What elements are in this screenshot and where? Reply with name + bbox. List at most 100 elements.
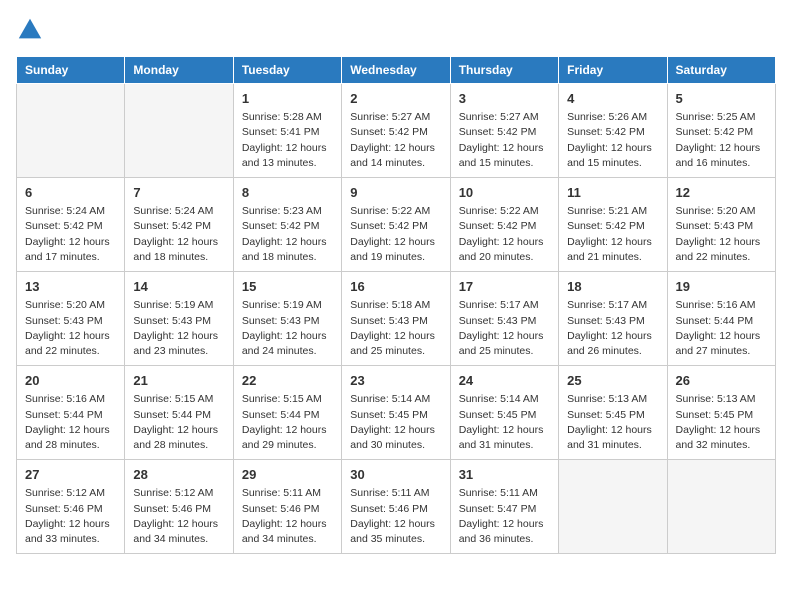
calendar-week-3: 13 Sunrise: 5:20 AMSunset: 5:43 PMDayligh… [17,272,776,366]
cell-content: Sunrise: 5:11 AMSunset: 5:47 PMDaylight:… [459,486,550,547]
calendar-cell [667,460,775,554]
cell-content: Sunrise: 5:17 AMSunset: 5:43 PMDaylight:… [459,298,550,359]
calendar-cell: 12Sunrise: 5:20 AMSunset: 5:43 PMDayligh… [667,178,775,272]
day-number: 16 [350,278,441,296]
calendar-cell: 4 Sunrise: 5:26 AMSunset: 5:42 PMDaylight… [559,84,667,178]
calendar-cell: 29 Sunrise: 5:11 AMSunset: 5:46 PMDayligh… [233,460,341,554]
calendar-cell: 6 Sunrise: 5:24 AMSunset: 5:42 PMDaylight… [17,178,125,272]
cell-content: Sunrise: 5:11 AMSunset: 5:46 PMDaylight:… [242,486,333,547]
day-number: 22 [242,372,333,390]
calendar-cell: 22Sunrise: 5:15 AMSunset: 5:44 PMDayligh… [233,366,341,460]
calendar-cell: 9 Sunrise: 5:22 AMSunset: 5:42 PMDaylight… [342,178,450,272]
cell-content: Sunrise: 5:25 AMSunset: 5:42 PMDaylight:… [676,110,767,171]
cell-content: Sunrise: 5:24 AMSunset: 5:42 PMDaylight:… [25,204,116,265]
calendar-cell: 11 Sunrise: 5:21 AMSunset: 5:42 PMDayligh… [559,178,667,272]
day-number: 20 [25,372,116,390]
cell-content: Sunrise: 5:19 AMSunset: 5:43 PMDaylight:… [242,298,333,359]
calendar-week-5: 27 Sunrise: 5:12 AMSunset: 5:46 PMDayligh… [17,460,776,554]
calendar-cell: 17 Sunrise: 5:17 AMSunset: 5:43 PMDayligh… [450,272,558,366]
calendar-cell: 3 Sunrise: 5:27 AMSunset: 5:42 PMDaylight… [450,84,558,178]
day-number: 6 [25,184,116,202]
calendar-cell: 2 Sunrise: 5:27 AMSunset: 5:42 PMDaylight… [342,84,450,178]
cell-content: Sunrise: 5:28 AMSunset: 5:41 PMDaylight:… [242,110,333,171]
calendar-cell: 30 Sunrise: 5:11 AMSunset: 5:46 PMDayligh… [342,460,450,554]
calendar-week-1: 1 Sunrise: 5:28 AMSunset: 5:41 PMDaylight… [17,84,776,178]
day-number: 29 [242,466,333,484]
calendar-cell: 31 Sunrise: 5:11 AMSunset: 5:47 PMDayligh… [450,460,558,554]
cell-content: Sunrise: 5:23 AMSunset: 5:42 PMDaylight:… [242,204,333,265]
day-number: 24 [459,372,550,390]
cell-content: Sunrise: 5:14 AMSunset: 5:45 PMDaylight:… [459,392,550,453]
calendar-cell: 21 Sunrise: 5:15 AMSunset: 5:44 PMDayligh… [125,366,233,460]
day-number: 7 [133,184,224,202]
cell-content: Sunrise: 5:15 AMSunset: 5:44 PMDaylight:… [133,392,224,453]
calendar-cell: 1 Sunrise: 5:28 AMSunset: 5:41 PMDaylight… [233,84,341,178]
calendar-cell: 10 Sunrise: 5:22 AMSunset: 5:42 PMDayligh… [450,178,558,272]
day-number: 31 [459,466,550,484]
calendar-cell: 13 Sunrise: 5:20 AMSunset: 5:43 PMDayligh… [17,272,125,366]
cell-content: Sunrise: 5:27 AMSunset: 5:42 PMDaylight:… [350,110,441,171]
cell-content: Sunrise: 5:24 AMSunset: 5:42 PMDaylight:… [133,204,224,265]
cell-content: Sunrise: 5:13 AMSunset: 5:45 PMDaylight:… [567,392,658,453]
calendar-cell: 27 Sunrise: 5:12 AMSunset: 5:46 PMDayligh… [17,460,125,554]
calendar-cell: 14 Sunrise: 5:19 AMSunset: 5:43 PMDayligh… [125,272,233,366]
calendar-week-2: 6 Sunrise: 5:24 AMSunset: 5:42 PMDaylight… [17,178,776,272]
calendar-body: 1 Sunrise: 5:28 AMSunset: 5:41 PMDaylight… [17,84,776,554]
cell-content: Sunrise: 5:12 AMSunset: 5:46 PMDaylight:… [133,486,224,547]
calendar-cell: 28 Sunrise: 5:12 AMSunset: 5:46 PMDayligh… [125,460,233,554]
calendar-table: SundayMondayTuesdayWednesdayThursdayFrid… [16,56,776,554]
cell-content: Sunrise: 5:22 AMSunset: 5:42 PMDaylight:… [459,204,550,265]
cell-content: Sunrise: 5:19 AMSunset: 5:43 PMDaylight:… [133,298,224,359]
calendar-cell: 5 Sunrise: 5:25 AMSunset: 5:42 PMDaylight… [667,84,775,178]
day-number: 30 [350,466,441,484]
cell-content: Sunrise: 5:11 AMSunset: 5:46 PMDaylight:… [350,486,441,547]
calendar-cell: 8 Sunrise: 5:23 AMSunset: 5:42 PMDaylight… [233,178,341,272]
cell-content: Sunrise: 5:16 AMSunset: 5:44 PMDaylight:… [676,298,767,359]
day-number: 11 [567,184,658,202]
calendar-cell: 26 Sunrise: 5:13 AMSunset: 5:45 PMDayligh… [667,366,775,460]
calendar-cell [559,460,667,554]
day-number: 28 [133,466,224,484]
cell-content: Sunrise: 5:20 AMSunset: 5:43 PMDaylight:… [676,204,767,265]
logo-icon [16,16,44,44]
cell-content: Sunrise: 5:22 AMSunset: 5:42 PMDaylight:… [350,204,441,265]
day-number: 25 [567,372,658,390]
calendar-cell: 24 Sunrise: 5:14 AMSunset: 5:45 PMDayligh… [450,366,558,460]
calendar-cell: 19Sunrise: 5:16 AMSunset: 5:44 PMDayligh… [667,272,775,366]
calendar-cell: 15Sunrise: 5:19 AMSunset: 5:43 PMDayligh… [233,272,341,366]
calendar-week-4: 20Sunrise: 5:16 AMSunset: 5:44 PMDayligh… [17,366,776,460]
day-number: 23 [350,372,441,390]
calendar-cell [125,84,233,178]
cell-content: Sunrise: 5:21 AMSunset: 5:42 PMDaylight:… [567,204,658,265]
day-number: 9 [350,184,441,202]
cell-content: Sunrise: 5:26 AMSunset: 5:42 PMDaylight:… [567,110,658,171]
calendar-header-row: SundayMondayTuesdayWednesdayThursdayFrid… [17,57,776,84]
cell-content: Sunrise: 5:14 AMSunset: 5:45 PMDaylight:… [350,392,441,453]
day-number: 13 [25,278,116,296]
cell-content: Sunrise: 5:27 AMSunset: 5:42 PMDaylight:… [459,110,550,171]
cell-content: Sunrise: 5:13 AMSunset: 5:45 PMDaylight:… [676,392,767,453]
calendar-cell: 20Sunrise: 5:16 AMSunset: 5:44 PMDayligh… [17,366,125,460]
day-number: 8 [242,184,333,202]
calendar-header-friday: Friday [559,57,667,84]
day-number: 4 [567,90,658,108]
cell-content: Sunrise: 5:17 AMSunset: 5:43 PMDaylight:… [567,298,658,359]
day-number: 21 [133,372,224,390]
day-number: 1 [242,90,333,108]
cell-content: Sunrise: 5:20 AMSunset: 5:43 PMDaylight:… [25,298,116,359]
calendar-cell: 16Sunrise: 5:18 AMSunset: 5:43 PMDayligh… [342,272,450,366]
day-number: 5 [676,90,767,108]
cell-content: Sunrise: 5:12 AMSunset: 5:46 PMDaylight:… [25,486,116,547]
day-number: 26 [676,372,767,390]
calendar-cell: 25 Sunrise: 5:13 AMSunset: 5:45 PMDayligh… [559,366,667,460]
day-number: 2 [350,90,441,108]
calendar-cell: 23 Sunrise: 5:14 AMSunset: 5:45 PMDayligh… [342,366,450,460]
day-number: 3 [459,90,550,108]
day-number: 10 [459,184,550,202]
day-number: 17 [459,278,550,296]
calendar-header-sunday: Sunday [17,57,125,84]
day-number: 27 [25,466,116,484]
calendar-cell: 7 Sunrise: 5:24 AMSunset: 5:42 PMDaylight… [125,178,233,272]
calendar-header-monday: Monday [125,57,233,84]
day-number: 14 [133,278,224,296]
